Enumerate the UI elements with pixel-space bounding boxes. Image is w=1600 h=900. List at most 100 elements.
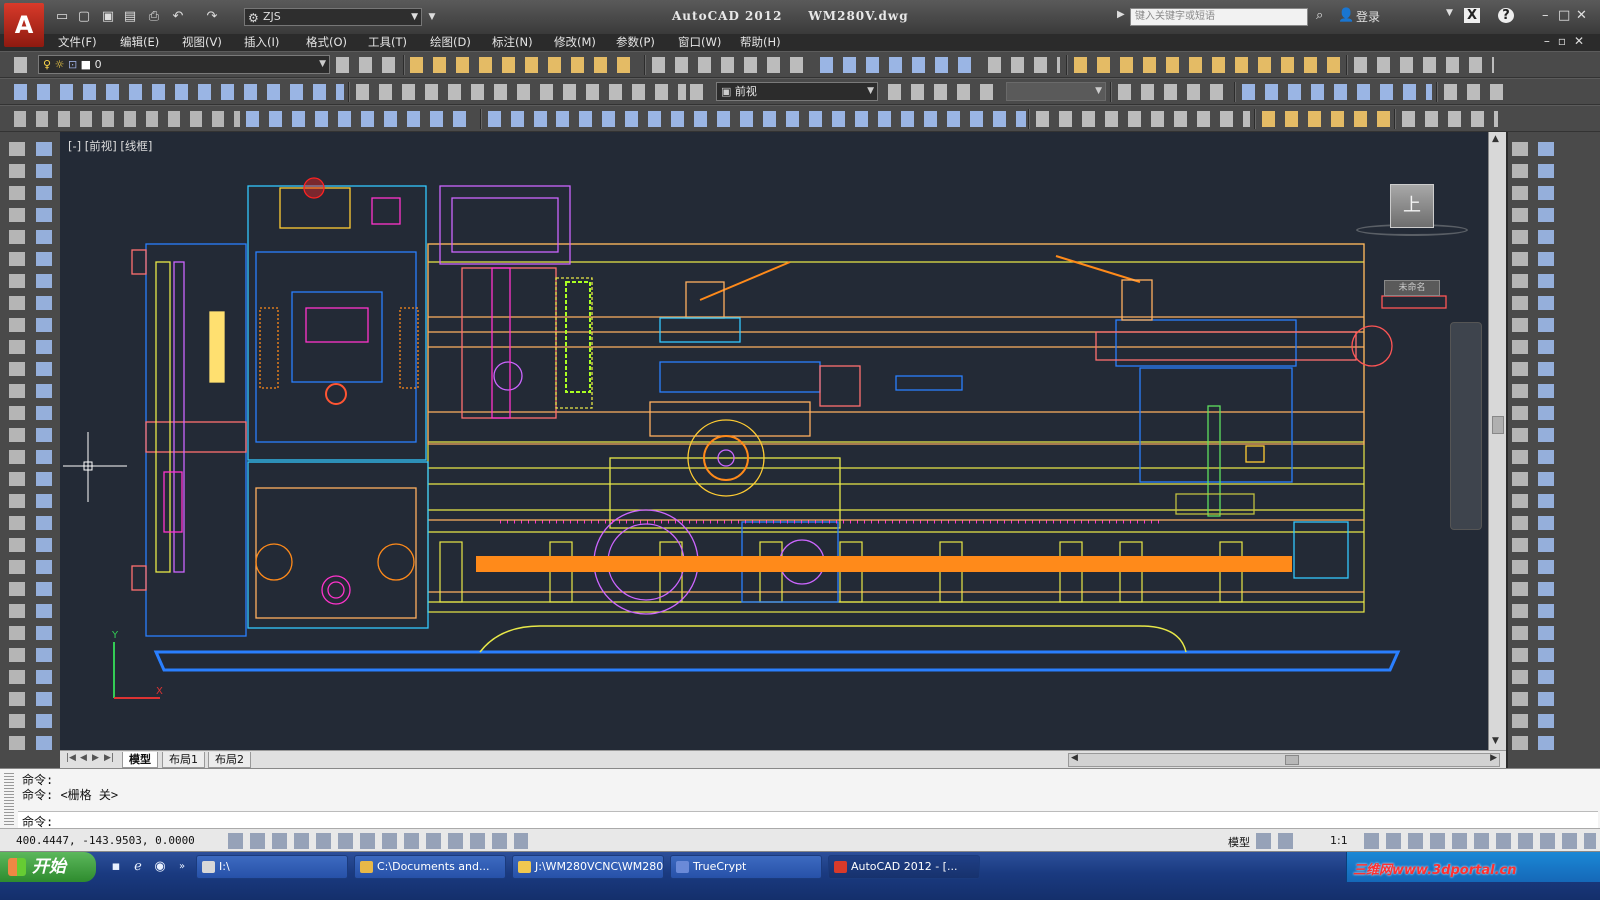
menu-format[interactable]: 格式(O) [306,34,347,50]
tab-model[interactable]: 模型 [122,752,158,768]
status-tray-icons[interactable] [1364,833,1596,849]
start-button[interactable]: 开始 [0,852,96,882]
layer-manager-icon[interactable] [14,57,34,73]
layer-tools-icons[interactable] [336,57,398,73]
command-input[interactable]: 命令: [18,811,1598,829]
visual-style-icons[interactable] [1242,84,1432,100]
exchange-icon[interactable]: X [1464,8,1481,23]
annotation-scale[interactable]: 1:1 [1330,834,1348,847]
quicklaunch-desktop-icon[interactable]: ▪ [108,859,124,875]
layer-state-icons[interactable] [410,57,640,73]
viewcube-face[interactable]: 上 [1390,184,1434,228]
maximize-icon[interactable]: □ [1558,8,1570,23]
wcs-menu[interactable]: 未命名 [1384,280,1440,296]
boolean-icons[interactable] [488,111,548,127]
scroll-thumb[interactable] [1285,755,1299,765]
solid-primitive-icons[interactable] [356,84,686,100]
menu-modify[interactable]: 修改(M) [554,34,596,50]
inquiry-icons[interactable] [1262,111,1390,127]
menu-window[interactable]: 窗口(W) [678,34,721,50]
last-tab-icon[interactable]: ▶| [104,753,114,763]
new-file-icon[interactable]: ▭ [54,9,70,25]
quicklaunch-more-icon[interactable]: » [174,859,190,875]
menu-draw[interactable]: 绘图(D) [430,34,471,50]
render-tool-icons[interactable] [1538,142,1554,750]
named-views-icon[interactable] [690,84,710,100]
solid-edit-icons[interactable] [246,111,476,127]
minimize-icon[interactable]: – [1542,8,1549,23]
scroll-right-icon[interactable]: ▶ [1490,753,1497,763]
zoom-icons[interactable] [1036,111,1250,127]
horizontal-scrollbar[interactable]: ◀ ▶ [1068,753,1500,767]
ucs-icons[interactable] [14,84,344,100]
layout-view-icons[interactable] [1256,833,1296,849]
cursor-coordinates[interactable]: 400.4447, -143.9503, 0.0000 [16,834,195,847]
print-icon[interactable]: ⎙ [146,9,162,25]
dimension-icons[interactable] [1074,57,1344,73]
menu-view[interactable]: 视图(V) [182,34,222,50]
orbit-icons[interactable] [1444,84,1508,100]
login-link[interactable]: 登录 [1356,8,1380,25]
menu-help[interactable]: 帮助(H) [740,34,781,50]
redo-icon[interactable]: ↷ [204,9,220,25]
scroll-down-icon[interactable]: ▼ [1492,736,1499,746]
prev-tab-icon[interactable]: ◀ [80,753,87,763]
menu-dimension[interactable]: 标注(N) [492,34,533,50]
view-select[interactable]: ▣ 前视 ▼ [716,82,878,101]
model-space-toggle[interactable]: 模型 [1228,834,1250,850]
drafting-settings-icons[interactable] [228,833,528,849]
close-icon[interactable]: ✕ [1576,8,1587,23]
modeling-icons[interactable] [14,111,240,127]
next-tab-icon[interactable]: ▶ [92,753,99,763]
window-arrange-icons[interactable] [1354,57,1494,73]
taskbar-item[interactable]: J:\WM280VCNC\WM280V [512,855,664,879]
face-edit-icons[interactable] [556,111,1026,127]
save-as-icon[interactable]: ▤ [122,9,138,25]
application-menu-button[interactable]: A [4,3,44,47]
cad-drawing[interactable]: Y X [60,132,1506,750]
object-snap-icons[interactable] [652,57,812,73]
tab-layout1[interactable]: 布局1 [162,752,205,768]
scroll-thumb[interactable] [1492,416,1504,434]
first-tab-icon[interactable]: |◀ [66,753,76,763]
save-icon[interactable]: ▣ [100,9,116,25]
help-icon[interactable]: ? [1498,8,1514,23]
chevron-down-icon[interactable]: ▼ [1446,8,1453,18]
command-window-grip[interactable] [4,773,14,825]
binoculars-icon[interactable]: ⌕ [1316,8,1323,23]
taskbar-item[interactable]: C:\Documents and... [354,855,506,879]
open-file-icon[interactable]: ▢ [76,9,92,25]
menu-insert[interactable]: 插入(I) [244,34,279,50]
viewport-scale-select[interactable]: ▼ [1006,82,1106,101]
properties-icons[interactable] [1118,84,1230,100]
drawing-viewport[interactable]: Y X [-] [前视] [线框] 上 未命名 [60,132,1506,750]
workspace-select[interactable]: ⚙ ZJS ▼ [244,8,422,26]
user-icon[interactable]: 👤 [1338,8,1354,23]
scroll-up-icon[interactable]: ▲ [1492,134,1499,144]
taskbar-item[interactable]: I:\ [196,855,348,879]
snap-extra-icons[interactable] [988,57,1060,73]
vertical-scrollbar[interactable]: ▲ ▼ [1488,132,1506,750]
navigation-bar[interactable] [1450,322,1482,530]
viewport-icons[interactable] [888,84,998,100]
menu-parametric[interactable]: 参数(P) [616,34,655,50]
draw-tool-icons[interactable] [9,142,25,750]
menu-tools[interactable]: 工具(T) [368,34,407,50]
undo-icon[interactable]: ↶ [170,9,186,25]
taskbar-item[interactable]: TrueCrypt [670,855,822,879]
taskbar-item-active[interactable]: AutoCAD 2012 - [... [828,855,980,879]
dimension-tool-icons[interactable] [1512,142,1528,750]
viewport-controls-label[interactable]: [-] [前视] [线框] [68,138,152,154]
scroll-left-icon[interactable]: ◀ [1071,753,1078,763]
snap-mode-icons[interactable] [820,57,980,73]
search-expand-icon[interactable]: ▶ [1117,9,1125,20]
menu-edit[interactable]: 编辑(E) [120,34,159,50]
tab-layout2[interactable]: 布局2 [208,752,251,768]
customize-qat-icon[interactable]: ▼ [424,9,440,25]
menu-file[interactable]: 文件(F) [58,34,97,50]
document-window-controls[interactable]: –▫✕ [1544,34,1592,48]
layer-select[interactable]: ♀ ☼ ⊡ ■ 0 ▼ [38,55,330,74]
help-search-input[interactable]: 键入关键字或短语 [1130,8,1308,26]
modify-tool-icons[interactable] [36,142,52,750]
render-icons[interactable] [1402,111,1498,127]
